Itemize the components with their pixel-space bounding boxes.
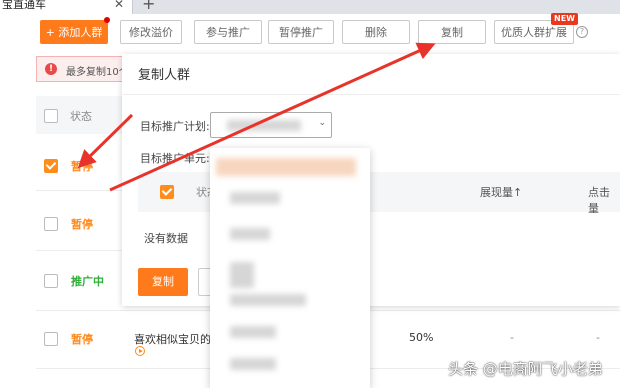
copy-crowd-dialog: 复制人群 目标推广计划: ⌄ 目标推广单元: 状态 展现量↑ 点击量 没有数据 … (122, 54, 620, 306)
close-icon[interactable]: ✕ (114, 0, 124, 11)
status-badge: 推广中 (71, 275, 104, 288)
plan-dropdown-list[interactable] (210, 148, 370, 388)
target-unit-label: 目标推广单元: (140, 152, 210, 165)
status-badge: 暂停 (71, 160, 93, 173)
row-checkbox[interactable] (44, 274, 58, 288)
play-icon[interactable] (135, 346, 145, 356)
status-badge: 暂停 (71, 333, 93, 346)
new-badge: NEW (551, 13, 578, 25)
status-column-header: 状态 (70, 110, 92, 123)
impressions-value: - (510, 331, 514, 344)
select-all-checkbox[interactable] (44, 109, 58, 123)
row-checkbox[interactable] (44, 159, 58, 173)
help-icon[interactable]: ? (576, 26, 588, 38)
dropdown-option[interactable] (230, 326, 276, 338)
copy-button[interactable]: 复制 (418, 20, 486, 44)
browser-tab[interactable]: 宝直通车 ✕ (0, 0, 133, 14)
notification-dot (104, 17, 110, 23)
clicks-column-header[interactable]: 点击量 (588, 184, 620, 216)
join-promotion-button[interactable]: 参与推广 (194, 20, 262, 44)
no-data-text: 没有数据 (144, 232, 188, 245)
warning-text: 最多复制10个 (66, 67, 129, 78)
dropdown-option[interactable] (230, 262, 254, 288)
dropdown-option[interactable] (230, 294, 306, 306)
target-plan-select[interactable]: ⌄ (210, 112, 332, 138)
add-crowd-button[interactable]: + 添加人群 (40, 20, 108, 44)
new-tab-icon[interactable]: + (142, 0, 155, 13)
tab-title: 宝直通车 (2, 0, 46, 11)
unit-select-all-checkbox[interactable] (160, 185, 174, 199)
pause-promotion-button[interactable]: 暂停推广 (268, 20, 334, 44)
chevron-down-icon: ⌄ (318, 118, 326, 128)
blurred-plan-name (227, 120, 301, 131)
delete-button[interactable]: 删除 (342, 20, 410, 44)
status-badge: 暂停 (71, 218, 93, 231)
premium-value: 50% (409, 331, 434, 344)
clicks-value: - (596, 331, 600, 344)
warning-icon: ! (45, 63, 57, 75)
dialog-divider (122, 94, 620, 95)
target-plan-label: 目标推广计划: (140, 120, 210, 133)
dialog-title: 复制人群 (138, 68, 191, 83)
copy-limit-warning: ! 最多复制10个 (36, 56, 136, 82)
watermark-text: 头条 @电商阿飞小老弟 (448, 360, 603, 378)
action-toolbar: + 添加人群 修改溢价 参与推广 暂停推广 删除 复制 优质人群扩展 NEW ? (0, 13, 620, 54)
dropdown-option-highlighted[interactable] (216, 158, 356, 176)
dropdown-option[interactable] (230, 192, 280, 204)
browser-tab-bar: 宝直通车 ✕ + (0, 0, 620, 14)
dropdown-option[interactable] (230, 228, 270, 240)
row-checkbox[interactable] (44, 332, 58, 346)
dropdown-option[interactable] (230, 358, 276, 370)
confirm-copy-button[interactable]: 复制 (138, 268, 188, 296)
row-checkbox[interactable] (44, 217, 58, 231)
modify-premium-button[interactable]: 修改溢价 (120, 20, 182, 44)
impressions-column-header[interactable]: 展现量↑ (480, 184, 522, 200)
